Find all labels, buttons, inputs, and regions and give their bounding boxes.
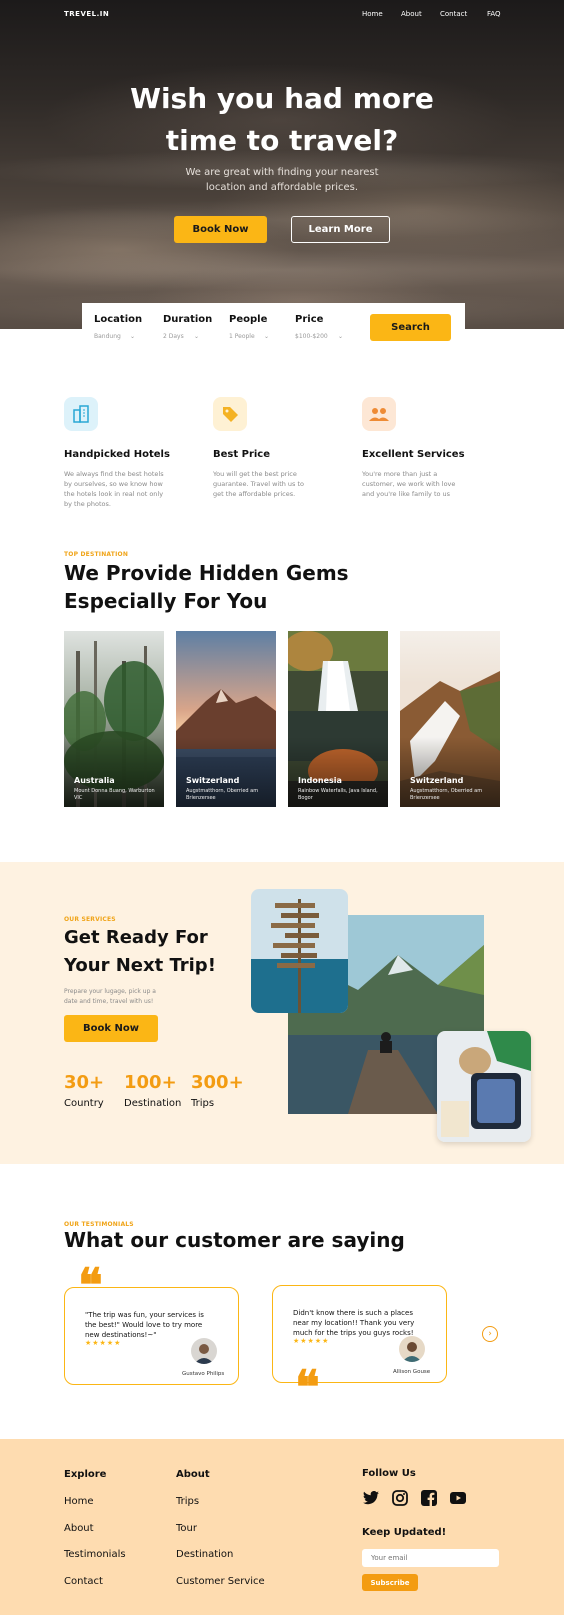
hero-title-line1: Wish you had more bbox=[130, 82, 434, 115]
price-select[interactable]: $100-$200 bbox=[295, 333, 328, 340]
feature-title: Best Price bbox=[213, 449, 271, 460]
price-label: Price bbox=[295, 314, 324, 325]
hero-section: TREVEL.IN Home About Contact FAQ Wish yo… bbox=[0, 0, 564, 329]
footer: Explore Home About Testimonials Contact … bbox=[0, 1439, 564, 1615]
destination-card[interactable]: Switzerland Augstmatthorn, Oberried am B… bbox=[176, 631, 276, 807]
chevron-down-icon[interactable]: ⌄ bbox=[194, 333, 199, 340]
destination-card[interactable]: Australia Mount Donna Buang, Warburton V… bbox=[64, 631, 164, 807]
footer-keep-updated-heading: Keep Updated! bbox=[362, 1527, 447, 1538]
next-arrow-button[interactable]: › bbox=[482, 1326, 498, 1342]
services-eyebrow: OUR SERVICES bbox=[64, 916, 116, 923]
feature-desc: We always find the best hotels by oursel… bbox=[64, 470, 164, 508]
avatar bbox=[191, 1338, 217, 1364]
nav-home[interactable]: Home bbox=[362, 10, 383, 18]
services-section: OUR SERVICES Get Ready For Your Next Tri… bbox=[0, 862, 564, 1164]
search-button[interactable]: Search bbox=[370, 314, 451, 341]
feature-desc: You're more than just a customer, we wor… bbox=[362, 470, 456, 498]
footer-link-home[interactable]: Home bbox=[64, 1496, 94, 1507]
instagram-icon[interactable] bbox=[391, 1489, 409, 1507]
location-label: Location bbox=[94, 314, 143, 325]
testimonial-author: Gustavo Philips bbox=[182, 1371, 225, 1377]
feature-desc: You will get the best price guarantee. T… bbox=[213, 470, 305, 498]
nav-contact[interactable]: Contact bbox=[440, 10, 467, 18]
hero-title-line2: time to travel? bbox=[165, 124, 399, 157]
destination-card[interactable]: Switzerland Augstmatthorn, Oberried am B… bbox=[400, 631, 500, 807]
stat-label: Trips bbox=[191, 1098, 215, 1109]
footer-link-trips[interactable]: Trips bbox=[176, 1496, 199, 1507]
destination-name: Switzerland bbox=[410, 776, 464, 785]
hero-subtitle-line2: location and affordable prices. bbox=[205, 182, 359, 193]
quote-icon: ❝ bbox=[78, 1258, 103, 1312]
chevron-down-icon[interactable]: ⌄ bbox=[264, 333, 269, 340]
footer-link-destination[interactable]: Destination bbox=[176, 1549, 233, 1560]
services-title-line1: Get Ready For bbox=[64, 927, 208, 948]
quote-icon: ❝ bbox=[295, 1360, 320, 1414]
people-select[interactable]: 1 People bbox=[229, 333, 255, 340]
footer-link-tour[interactable]: Tour bbox=[176, 1523, 197, 1534]
destination-card[interactable]: Indonesia Rainbow Waterfalls, Java Islan… bbox=[288, 631, 388, 807]
nav-faq[interactable]: FAQ bbox=[487, 10, 501, 18]
destination-name: Switzerland bbox=[186, 776, 240, 785]
brand-logo[interactable]: TREVEL.IN bbox=[64, 10, 109, 18]
star-rating-icon: ★★★★★ bbox=[293, 1337, 330, 1345]
signpost-image bbox=[251, 889, 348, 1013]
price-tag-icon bbox=[213, 397, 247, 431]
stat-label: Destination bbox=[124, 1098, 182, 1109]
footer-link-contact[interactable]: Contact bbox=[64, 1576, 103, 1587]
services-title-line2: Your Next Trip! bbox=[64, 955, 216, 976]
feature-title: Excellent Services bbox=[362, 449, 465, 460]
footer-about-heading: About bbox=[176, 1469, 210, 1480]
testimonial-quote: Didn't know there is such a places near … bbox=[293, 1309, 415, 1337]
star-rating-icon: ★★★★★ bbox=[85, 1339, 122, 1347]
stat-number: 100+ bbox=[124, 1072, 177, 1093]
testimonial-author: Allison Gouse bbox=[393, 1369, 431, 1375]
services-book-now-button[interactable]: Book Now bbox=[64, 1015, 158, 1042]
subscribe-button[interactable]: Subscribe bbox=[362, 1574, 418, 1591]
hero-book-now-button[interactable]: Book Now bbox=[174, 216, 267, 243]
location-select[interactable]: Bandung bbox=[94, 333, 121, 340]
destination-title-line1: We Provide Hidden Gems bbox=[64, 561, 349, 585]
destination-eyebrow: TOP DESTINATION bbox=[64, 551, 129, 558]
email-input[interactable] bbox=[362, 1549, 499, 1567]
stat-label: Country bbox=[64, 1098, 104, 1109]
services-desc-line2: date and time, travel with us! bbox=[64, 998, 154, 1005]
feature-title: Handpicked Hotels bbox=[64, 449, 170, 460]
facebook-icon[interactable] bbox=[420, 1489, 438, 1507]
stat-number: 300+ bbox=[191, 1072, 244, 1093]
luggage-image bbox=[437, 1031, 531, 1142]
people-icon bbox=[362, 397, 396, 431]
destination-name: Australia bbox=[74, 776, 115, 785]
duration-select[interactable]: 2 Days bbox=[163, 333, 184, 340]
chevron-down-icon[interactable]: ⌄ bbox=[338, 333, 343, 340]
testimonial-quote: "The trip was fun, your services is the … bbox=[85, 1311, 204, 1339]
footer-link-customer-service[interactable]: Customer Service bbox=[176, 1576, 265, 1587]
footer-link-about[interactable]: About bbox=[64, 1523, 94, 1534]
youtube-icon[interactable] bbox=[449, 1489, 467, 1507]
destination-location: Augstmatthorn, Oberried am Brienzersee bbox=[410, 788, 483, 801]
destination-location: Augstmatthorn, Oberried am Brienzersee bbox=[186, 788, 259, 801]
hero-subtitle-line1: We are great with finding your nearest bbox=[185, 167, 379, 178]
avatar bbox=[399, 1336, 425, 1362]
nav-about[interactable]: About bbox=[401, 10, 422, 18]
footer-link-testimonials[interactable]: Testimonials bbox=[64, 1549, 126, 1560]
destination-title-line2: Especially For You bbox=[64, 589, 268, 613]
destination-name: Indonesia bbox=[298, 776, 342, 785]
search-bar: Location Bandung ⌄ Duration 2 Days ⌄ Peo… bbox=[82, 303, 465, 352]
chevron-down-icon[interactable]: ⌄ bbox=[130, 333, 135, 340]
footer-follow-heading: Follow Us bbox=[362, 1468, 416, 1479]
testimonials-title: What our customer are saying bbox=[64, 1228, 405, 1252]
stat-number: 30+ bbox=[64, 1072, 105, 1093]
hero-learn-more-button[interactable]: Learn More bbox=[291, 216, 390, 243]
building-icon bbox=[64, 397, 98, 431]
destination-location: Rainbow Waterfalls, Java Island, Bogor bbox=[298, 788, 378, 801]
people-label: People bbox=[229, 314, 268, 325]
twitter-icon[interactable] bbox=[362, 1489, 380, 1507]
footer-explore-heading: Explore bbox=[64, 1469, 107, 1480]
duration-label: Duration bbox=[163, 314, 213, 325]
destination-location: Mount Donna Buang, Warburton VIC bbox=[74, 788, 155, 801]
services-desc-line1: Prepare your lugage, pick up a bbox=[64, 988, 156, 995]
